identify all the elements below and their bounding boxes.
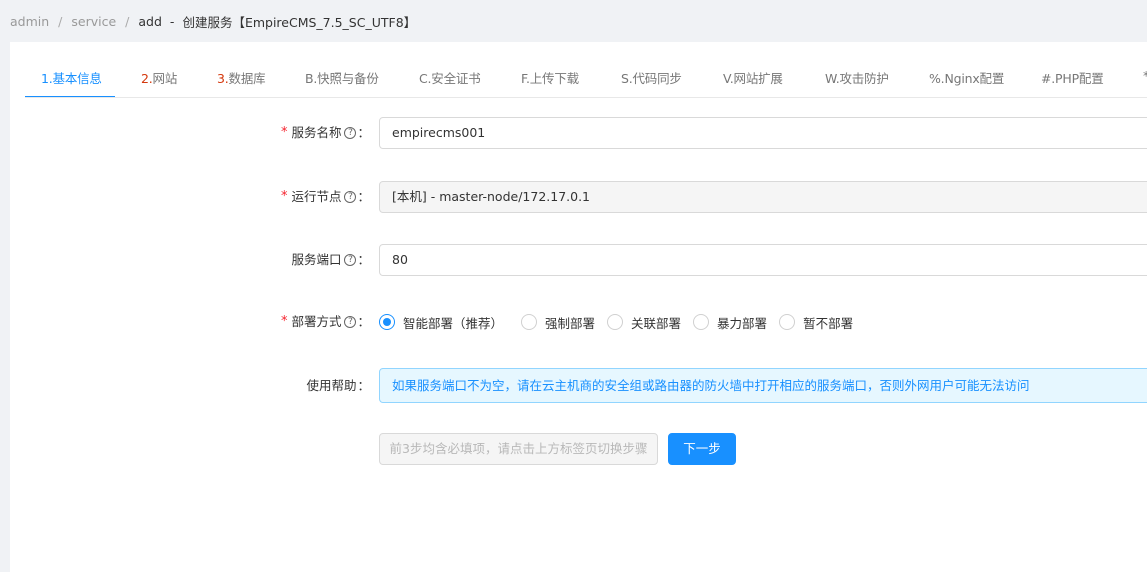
node-select[interactable]: [本机] - master-node/172.17.0.1	[379, 181, 1147, 213]
required-mark: *	[280, 314, 288, 329]
hint-disabled-button: 前3步均含必填项，请点击上方标签页切换步骤	[379, 433, 658, 465]
form-row-deploy: * 部署方式 ? ： 智能部署（推荐） 强制部署 关联部署 暴力部署 暂不部署	[10, 306, 1147, 338]
deploy-radio-none[interactable]: 暂不部署	[779, 313, 853, 332]
help-icon[interactable]: ?	[344, 191, 357, 203]
tab-number: 1.	[41, 71, 53, 86]
tab-more[interactable]: *	[1143, 68, 1147, 83]
tab-site-extensions[interactable]: V.网站扩展	[723, 68, 783, 87]
port-input[interactable]: 80	[379, 244, 1147, 276]
breadcrumb: admin / service / add - 创建服务【EmpireCMS_7…	[10, 12, 416, 30]
tab-website[interactable]: 2.网站	[141, 68, 177, 87]
radio-label: 智能部署（推荐）	[403, 315, 504, 331]
radio-label: 强制部署	[545, 315, 596, 331]
breadcrumb-separator: /	[58, 13, 63, 29]
port-label: 服务端口 ? ：	[291, 244, 370, 276]
form-row-port: 服务端口 ? ： 80	[10, 244, 1147, 276]
deploy-radio-linked[interactable]: 关联部署	[607, 313, 681, 332]
tab-basic-info[interactable]: 1.基本信息	[41, 68, 102, 87]
deploy-radio-group: 智能部署（推荐） 强制部署 关联部署 暴力部署 暂不部署	[379, 306, 865, 338]
help-label-text: 使用帮助	[306, 378, 357, 393]
tab-upload-download[interactable]: F.上传下载	[521, 68, 579, 87]
tab-label: 数据库	[228, 71, 266, 86]
form-panel: 1.基本信息 2.网站 3.数据库 B.快照与备份 C.安全证书 F.上传下载 …	[10, 42, 1147, 572]
tab-database[interactable]: 3.数据库	[217, 68, 266, 87]
tab-code-sync[interactable]: S.代码同步	[621, 68, 682, 87]
tab-php-config[interactable]: #.PHP配置	[1041, 68, 1104, 87]
radio-circle	[607, 314, 624, 330]
radio-label: 暂不部署	[803, 315, 854, 331]
deploy-label: * 部署方式 ? ：	[281, 306, 370, 338]
radio-circle	[521, 314, 538, 330]
help-label: 使用帮助 ：	[306, 368, 370, 403]
breadcrumb-service[interactable]: service	[71, 14, 116, 29]
node-label: * 运行节点 ? ：	[281, 181, 370, 213]
form-row-node: * 运行节点 ? ： [本机] - master-node/172.17.0.1	[10, 181, 1147, 213]
label-colon: ：	[357, 125, 370, 140]
label-colon: ：	[357, 314, 370, 329]
deploy-radio-force[interactable]: 强制部署	[521, 313, 595, 332]
node-label-text: 运行节点	[291, 189, 342, 204]
breadcrumb-dash: -	[169, 13, 175, 29]
form-actions: 前3步均含必填项，请点击上方标签页切换步骤 下一步	[10, 433, 1147, 465]
radio-label: 暴力部署	[717, 315, 768, 331]
tab-label: 网站	[152, 71, 178, 86]
service-name-label: * 服务名称 ? ：	[281, 117, 370, 149]
service-name-input[interactable]: empirecms001	[379, 117, 1147, 149]
breadcrumb-add: add	[138, 13, 162, 29]
active-tab-indicator	[25, 96, 115, 97]
service-name-label-text: 服务名称	[291, 125, 342, 140]
radio-circle	[779, 314, 796, 330]
form-row-service-name: * 服务名称 ? ： empirecms001	[10, 117, 1147, 149]
tab-number: 2.	[141, 71, 153, 86]
breadcrumb-separator: /	[125, 13, 130, 29]
help-icon[interactable]: ?	[344, 127, 357, 139]
tab-label: 基本信息	[52, 71, 102, 86]
radio-circle	[693, 314, 710, 330]
required-mark: *	[280, 189, 288, 204]
label-colon: ：	[357, 189, 370, 204]
deploy-label-text: 部署方式	[291, 314, 342, 329]
required-mark: *	[280, 125, 288, 140]
help-icon[interactable]: ?	[344, 254, 357, 266]
tab-number: 3.	[217, 71, 229, 86]
deploy-radio-brute[interactable]: 暴力部署	[693, 313, 767, 332]
help-icon[interactable]: ?	[344, 316, 357, 328]
help-info-alert: 如果服务端口不为空，请在云主机商的安全组或路由器的防火墙中打开相应的服务端口，否…	[379, 368, 1147, 403]
form-row-help: 使用帮助 ： 如果服务端口不为空，请在云主机商的安全组或路由器的防火墙中打开相应…	[10, 368, 1147, 403]
radio-circle	[379, 314, 395, 330]
tab-ssl-certificate[interactable]: C.安全证书	[419, 68, 481, 87]
radio-label: 关联部署	[631, 315, 682, 331]
page-title: 创建服务【EmpireCMS_7.5_SC_UTF8】	[182, 14, 417, 30]
tab-nginx-config[interactable]: %.Nginx配置	[929, 68, 1004, 87]
label-colon: ：	[357, 252, 370, 267]
tab-attack-protection[interactable]: W.攻击防护	[825, 68, 889, 87]
label-colon: ：	[357, 378, 370, 393]
port-label-text: 服务端口	[291, 252, 342, 267]
breadcrumb-admin[interactable]: admin	[10, 14, 49, 29]
tab-snapshot-backup[interactable]: B.快照与备份	[305, 68, 379, 87]
deploy-radio-smart[interactable]: 智能部署（推荐）	[379, 313, 503, 332]
tab-bar: 1.基本信息 2.网站 3.数据库 B.快照与备份 C.安全证书 F.上传下载 …	[25, 58, 1147, 98]
next-step-button[interactable]: 下一步	[668, 433, 736, 465]
